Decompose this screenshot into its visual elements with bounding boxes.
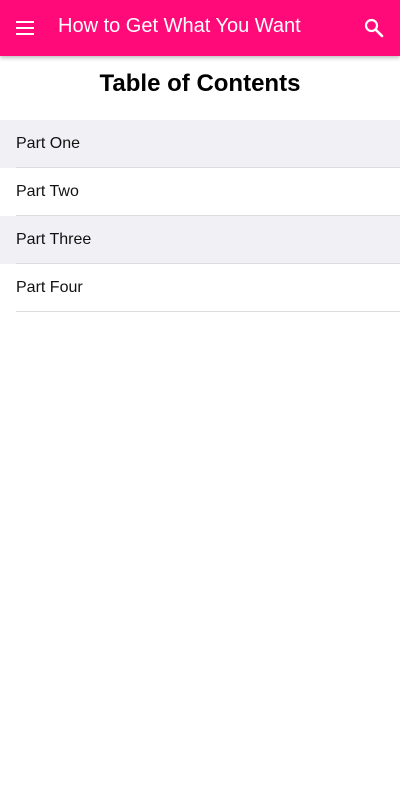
toc-list: Part One Part Two Part Three Part Four [0, 120, 400, 312]
app-title: How to Get What You Want [58, 15, 301, 37]
toc-item-part-one[interactable]: Part One [0, 120, 400, 168]
toc-item-label: Part Two [16, 183, 79, 200]
toc-item-label: Part Three [16, 231, 92, 248]
toc-item-part-three[interactable]: Part Three [0, 216, 400, 264]
divider [16, 311, 400, 312]
toc-item-part-four[interactable]: Part Four [0, 264, 400, 312]
search-icon[interactable] [362, 16, 386, 40]
toc-item-label: Part One [16, 135, 81, 152]
toc-item-label: Part Four [16, 279, 83, 296]
toc-heading: Table of Contents [99, 70, 301, 97]
menu-icon[interactable] [13, 16, 37, 40]
app-bar: How to Get What You Want [0, 0, 400, 56]
toc-item-part-two[interactable]: Part Two [0, 168, 400, 216]
